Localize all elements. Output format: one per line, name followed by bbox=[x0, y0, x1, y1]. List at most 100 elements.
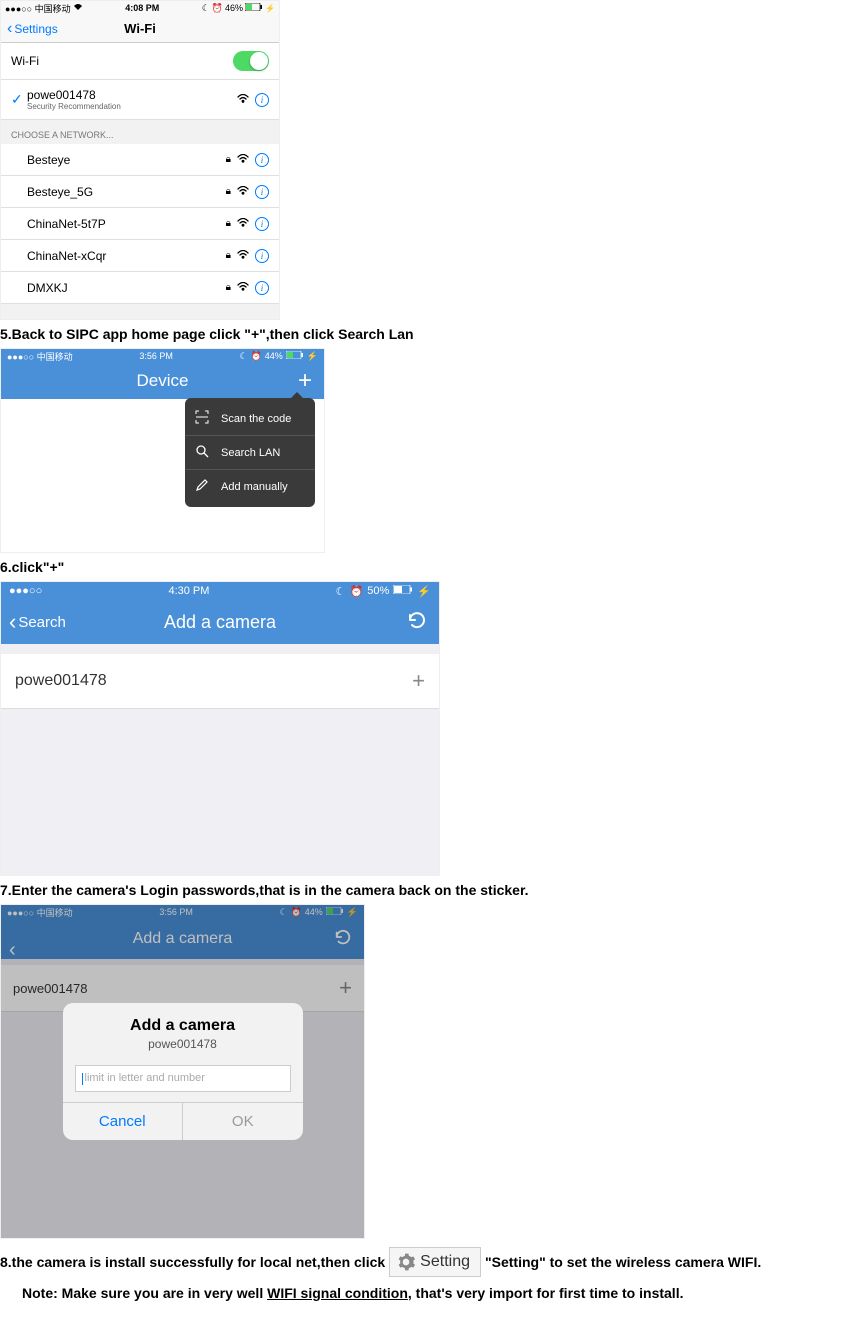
battery-label: 46% bbox=[225, 3, 243, 13]
page-title: Wi-Fi bbox=[124, 21, 156, 36]
nav-bar: ‹ Settings Wi-Fi bbox=[1, 15, 279, 43]
moon-icon: ☾ bbox=[336, 585, 346, 598]
password-dialog: Add a camera powe001478 limit in letter … bbox=[63, 1003, 303, 1139]
wifi-signal-icon bbox=[237, 282, 249, 294]
battery-label: 50% bbox=[367, 585, 389, 597]
add-camera-icon[interactable]: + bbox=[412, 668, 425, 694]
choose-network-label: CHOOSE A NETWORK... bbox=[1, 120, 279, 144]
carrier-dots: ●●●○○ bbox=[9, 585, 42, 597]
info-icon[interactable]: i bbox=[255, 185, 269, 199]
pencil-icon bbox=[195, 478, 213, 495]
back-label: Settings bbox=[14, 22, 57, 36]
back-label: Search bbox=[18, 614, 66, 631]
network-row[interactable]: ChinaNet-5t7P 🔒︎ i bbox=[1, 208, 279, 240]
wifi-signal-icon bbox=[237, 218, 249, 230]
check-icon: ✓ bbox=[11, 91, 27, 108]
refresh-button[interactable] bbox=[407, 610, 427, 635]
carrier-label: ●●●○○ 中国移动 bbox=[7, 350, 73, 363]
input-placeholder: limit in letter and number bbox=[85, 1072, 205, 1084]
time-label: 4:08 PM bbox=[125, 3, 159, 13]
alarm-icon: ⏰ bbox=[212, 3, 223, 14]
nav-bar: ‹ Search Add a camera bbox=[1, 600, 439, 644]
info-icon[interactable]: i bbox=[255, 153, 269, 167]
lock-icon: 🔒︎ bbox=[226, 218, 231, 229]
time-label: 3:56 PM bbox=[139, 351, 173, 361]
connected-network-row[interactable]: ✓ powe001478 Security Recommendation i bbox=[1, 80, 279, 120]
lock-icon: 🔒︎ bbox=[226, 154, 231, 165]
setting-label: Setting bbox=[420, 1253, 470, 1271]
network-row[interactable]: DMXKJ 🔒︎ i bbox=[1, 272, 279, 304]
add-button[interactable]: + bbox=[298, 367, 312, 395]
dialog-overlay: Add a camera powe001478 limit in letter … bbox=[1, 905, 364, 1238]
moon-icon: ☾ bbox=[202, 3, 210, 14]
menu-label: Add manually bbox=[221, 481, 288, 493]
wifi-signal-icon bbox=[237, 250, 249, 262]
battery-icon bbox=[393, 585, 413, 597]
wifi-status-icon bbox=[73, 3, 83, 13]
battery-icon bbox=[286, 351, 304, 361]
charging-icon: ⚡ bbox=[417, 585, 431, 598]
network-row[interactable]: Besteye_5G 🔒︎ i bbox=[1, 176, 279, 208]
menu-label: Search LAN bbox=[221, 447, 280, 459]
scan-icon bbox=[195, 410, 213, 427]
dialog-title: Add a camera bbox=[73, 1017, 293, 1035]
wifi-signal-icon bbox=[237, 94, 249, 106]
page-title: Device bbox=[137, 371, 189, 391]
search-icon bbox=[195, 444, 213, 461]
wifi-signal-icon bbox=[237, 186, 249, 198]
wifi-settings-screenshot: ●●●○○ 中国移动 4:08 PM ☾ ⏰ 46% ⚡ ‹ Settings … bbox=[0, 0, 280, 320]
add-camera-dialog-screenshot: ●●●○○ 中国移动 3:56 PM ☾ ⏰ 44% ⚡ ‹ Add a cam… bbox=[0, 904, 365, 1239]
time-label: 4:30 PM bbox=[168, 585, 209, 597]
gear-icon bbox=[396, 1252, 416, 1272]
step-5-text: 5.Back to SIPC app home page click "+",t… bbox=[0, 326, 863, 342]
chevron-left-icon: ‹ bbox=[7, 20, 12, 38]
note-text: Note: Make sure you are in very well WIF… bbox=[22, 1285, 863, 1301]
camera-row[interactable]: powe001478 + bbox=[1, 654, 439, 709]
lock-icon: 🔒︎ bbox=[226, 282, 231, 293]
status-bar: ●●●○○ 4:30 PM ☾ ⏰ 50% ⚡ bbox=[1, 582, 439, 600]
alarm-icon: ⏰ bbox=[251, 351, 262, 362]
back-button[interactable]: ‹ Search bbox=[9, 609, 66, 635]
network-name: powe001478 bbox=[27, 88, 237, 102]
charging-icon: ⚡ bbox=[307, 351, 318, 362]
info-icon[interactable]: i bbox=[255, 93, 269, 107]
lock-icon: 🔒︎ bbox=[226, 250, 231, 261]
scan-code-item[interactable]: Scan the code bbox=[185, 402, 315, 436]
carrier-label: ●●●○○ 中国移动 bbox=[5, 2, 71, 15]
step-7-text: 7.Enter the camera's Login passwords,tha… bbox=[0, 882, 863, 898]
back-button[interactable]: ‹ Settings bbox=[7, 20, 58, 38]
note-part2: , that's very import for first time to i… bbox=[408, 1285, 684, 1301]
nav-bar: Device + bbox=[1, 363, 324, 399]
menu-label: Scan the code bbox=[221, 413, 291, 425]
wifi-toggle[interactable] bbox=[233, 51, 269, 71]
page-title: Add a camera bbox=[164, 612, 276, 633]
step-8-part1: 8.the camera is install successfully for… bbox=[0, 1254, 385, 1270]
status-bar: ●●●○○ 中国移动 3:56 PM ☾ ⏰ 44% ⚡ bbox=[1, 349, 324, 363]
ok-button[interactable]: OK bbox=[183, 1103, 303, 1140]
dialog-subtitle: powe001478 bbox=[73, 1037, 293, 1051]
search-lan-item[interactable]: Search LAN bbox=[185, 436, 315, 470]
cancel-button[interactable]: Cancel bbox=[63, 1103, 184, 1140]
info-icon[interactable]: i bbox=[255, 281, 269, 295]
wifi-toggle-row: Wi-Fi bbox=[1, 43, 279, 80]
wifi-label: Wi-Fi bbox=[11, 54, 233, 68]
note-part1: Note: Make sure you are in very well bbox=[22, 1285, 267, 1301]
moon-icon: ☾ bbox=[239, 351, 247, 362]
network-name: ChinaNet-xCqr bbox=[27, 249, 226, 263]
wifi-signal-icon bbox=[237, 154, 249, 166]
setting-button[interactable]: Setting bbox=[389, 1247, 481, 1277]
lock-icon: 🔒︎ bbox=[226, 186, 231, 197]
network-name: Besteye_5G bbox=[27, 185, 226, 199]
network-row[interactable]: Besteye 🔒︎ i bbox=[1, 144, 279, 176]
camera-name: powe001478 bbox=[15, 672, 412, 690]
step-6-text: 6.click"+" bbox=[0, 559, 863, 575]
password-input[interactable]: limit in letter and number bbox=[75, 1065, 291, 1091]
info-icon[interactable]: i bbox=[255, 249, 269, 263]
info-icon[interactable]: i bbox=[255, 217, 269, 231]
add-manually-item[interactable]: Add manually bbox=[185, 470, 315, 503]
chevron-left-icon: ‹ bbox=[9, 609, 16, 635]
note-underline: WIFI signal condition bbox=[267, 1285, 408, 1301]
battery-icon bbox=[245, 3, 263, 13]
network-name: Besteye bbox=[27, 153, 226, 167]
network-row[interactable]: ChinaNet-xCqr 🔒︎ i bbox=[1, 240, 279, 272]
